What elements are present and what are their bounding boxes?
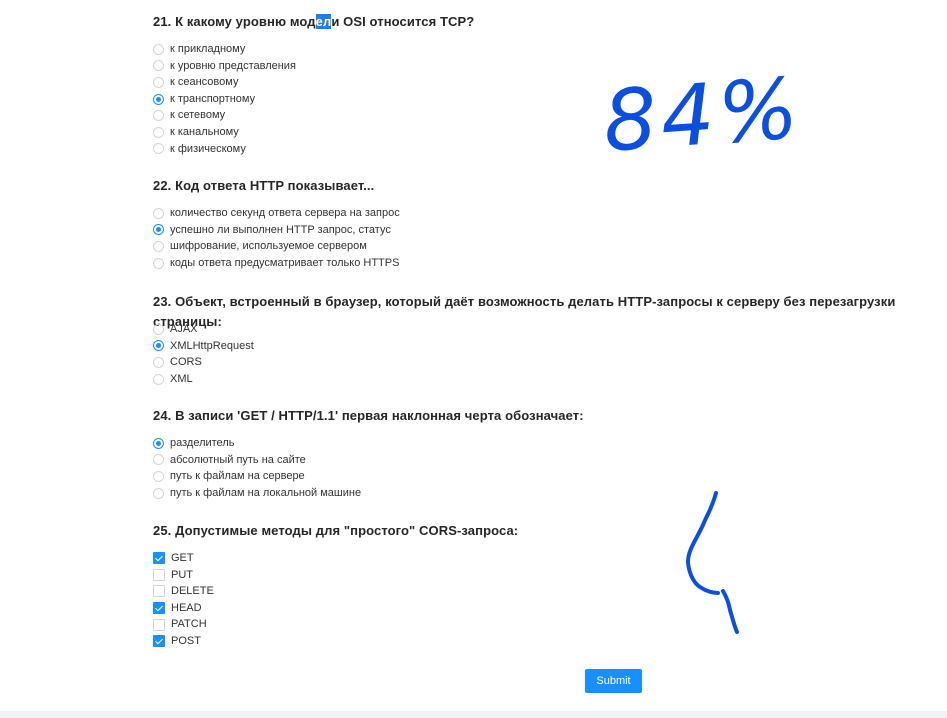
handwriting-annotations xyxy=(686,491,739,634)
handwritten-4-lower xyxy=(686,491,739,634)
